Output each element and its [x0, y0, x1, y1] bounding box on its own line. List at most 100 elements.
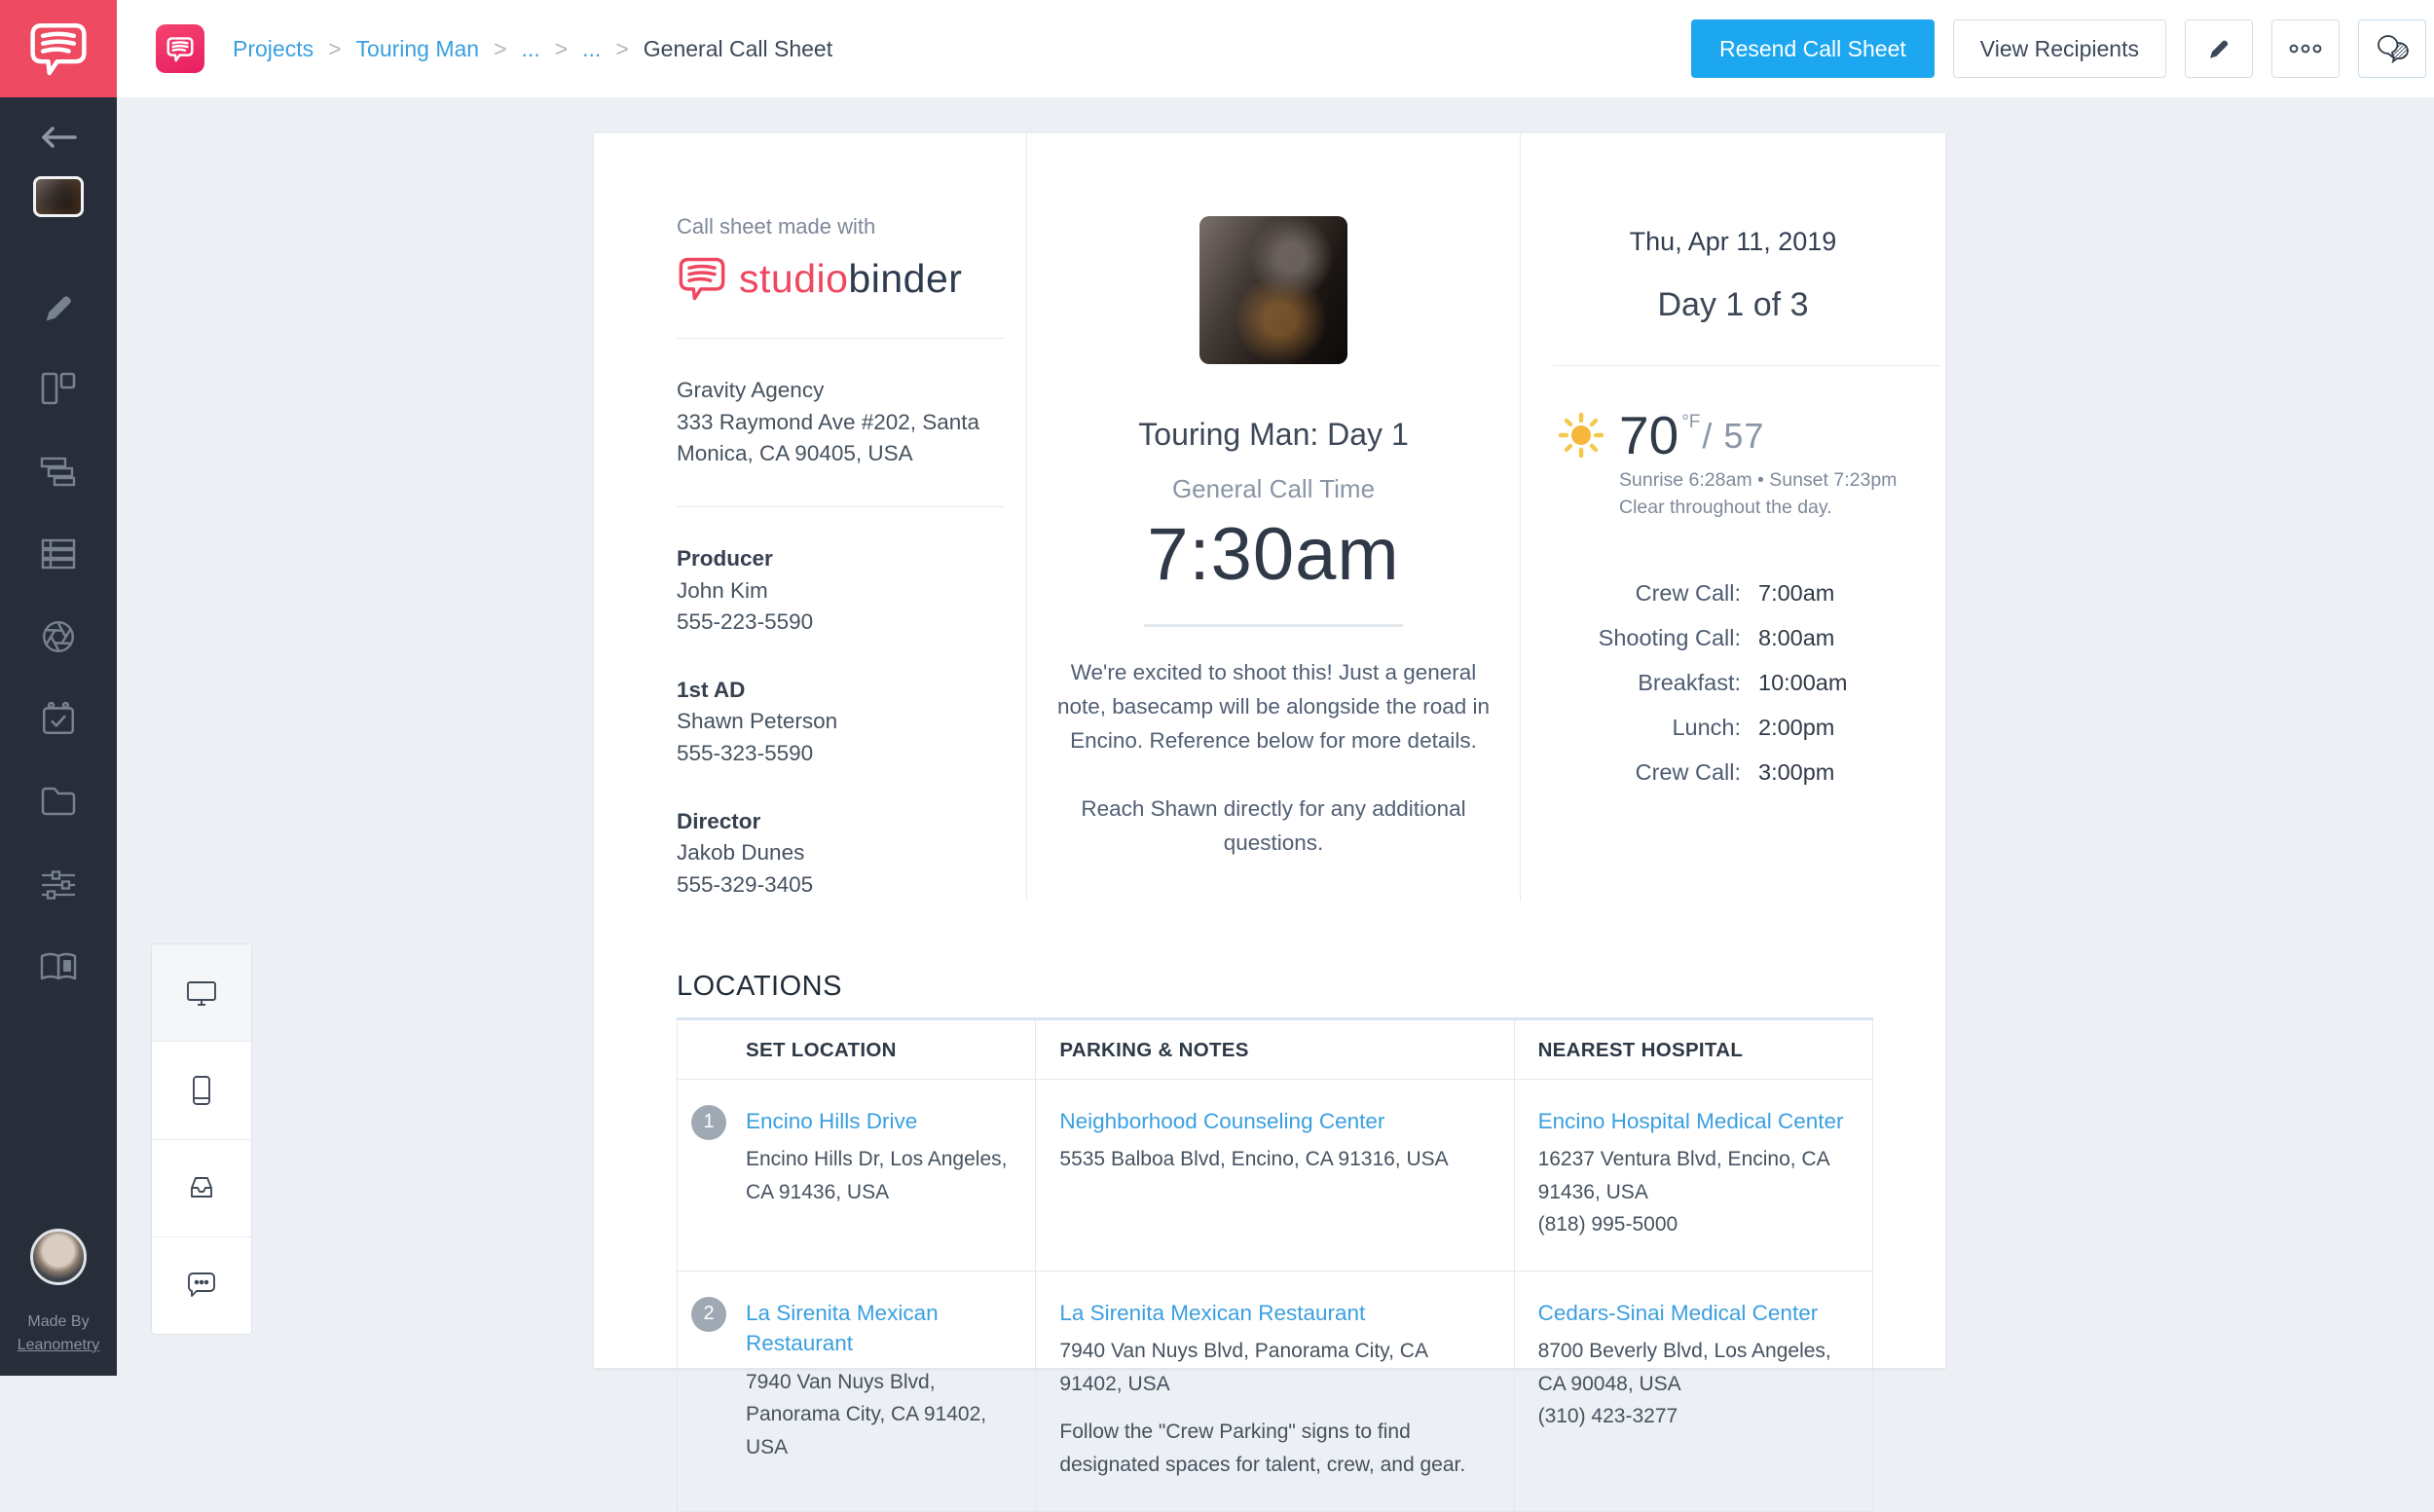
location-number-badge: 2	[691, 1296, 726, 1332]
general-call-time-label: General Call Time	[1171, 474, 1376, 503]
contact-name: Shawn Peterson	[677, 709, 838, 734]
contact-name: John Kim	[677, 577, 768, 603]
parking-cell: Neighborhood Counseling Center 5535 Balb…	[1035, 1079, 1515, 1272]
more-options-icon	[2289, 44, 2322, 54]
breadcrumb-ellipsis-1[interactable]: ...	[522, 36, 540, 62]
schedule-label: Crew Call:	[1635, 579, 1741, 606]
hospital-link[interactable]: Cedars-Sinai Medical Center	[1538, 1298, 1819, 1329]
call-sheet-notes: We're excited to shoot this! Just a gene…	[1051, 656, 1496, 860]
call-sheet-company-column: Call sheet made with studiobinder Gravit…	[594, 133, 1027, 902]
set-location-cell: 1 Encino Hills Drive Encino Hills Dr, Lo…	[677, 1079, 1036, 1272]
set-location-address: 7940 Van Nuys Blvd, Panorama City, CA 91…	[746, 1370, 987, 1458]
hospital-cell: Encino Hospital Medical Center 16237 Ven…	[1513, 1079, 1873, 1272]
contact-phone: 555-323-5590	[677, 741, 814, 765]
sunrise-sunset: Sunrise 6:28am • Sunset 7:23pm	[1619, 469, 1898, 491]
resend-call-sheet-button[interactable]: Resend Call Sheet	[1690, 19, 1935, 78]
schedule-label: Crew Call:	[1635, 758, 1741, 785]
user-avatar[interactable]	[0, 1229, 117, 1285]
hospital-address: 8700 Beverly Blvd, Los Angeles, CA 90048…	[1537, 1340, 1831, 1395]
call-sheet-title: Touring Man: Day 1	[1138, 417, 1409, 452]
schedule-label: Breakfast:	[1638, 669, 1741, 695]
made-with-label: Call sheet made with	[677, 214, 876, 239]
divider	[677, 505, 1005, 507]
hospital-link[interactable]: Encino Hospital Medical Center	[1538, 1106, 1844, 1137]
more-options-button[interactable]	[2271, 19, 2340, 78]
contact-role: Director	[677, 808, 761, 833]
locations-section: LOCATIONS SET LOCATION PARKING & NOTES N…	[594, 902, 1945, 1512]
temp-low: / 57	[1702, 416, 1765, 456]
sliders-icon[interactable]	[0, 867, 117, 903]
pencil-icon[interactable]	[0, 290, 117, 325]
parking-link[interactable]: La Sirenita Mexican Restaurant	[1059, 1298, 1365, 1329]
call-sheet-main-column: Touring Man: Day 1 General Call Time 7:3…	[1027, 133, 1521, 902]
location-row: 1 Encino Hills Drive Encino Hills Dr, Lo…	[677, 1079, 1873, 1272]
breadcrumb-touring-man[interactable]: Touring Man	[356, 36, 480, 62]
comments-button[interactable]	[2358, 19, 2426, 78]
book-info-icon[interactable]	[0, 949, 117, 984]
app-icon[interactable]	[156, 24, 204, 73]
list-rows-icon[interactable]	[0, 536, 117, 572]
shutter-icon[interactable]	[0, 618, 117, 655]
general-call-time-value: 7:30am	[1147, 513, 1400, 596]
breadcrumb-projects[interactable]: Projects	[233, 36, 313, 62]
schedule-time: 10:00am	[1758, 669, 1848, 695]
contact-role: Producer	[677, 545, 773, 571]
back-arrow-icon[interactable]	[0, 123, 117, 152]
made-by-credit: Made By Leanometry	[0, 1310, 117, 1357]
chevron-right-icon: >	[494, 35, 507, 61]
chevron-right-icon: >	[615, 35, 629, 61]
project-thumbnail[interactable]	[0, 176, 117, 217]
parking-address: 5535 Balboa Blvd, Encino, CA 91316, USA	[1059, 1148, 1449, 1170]
made-by-label: Made By	[27, 1313, 90, 1330]
contact-director: Director Jakob Dunes 555-329-3405	[677, 806, 1005, 902]
set-location-link[interactable]: Encino Hills Drive	[746, 1106, 917, 1137]
call-sheet-card: Call sheet made with studiobinder Gravit…	[594, 133, 1945, 1512]
calendar-check-icon[interactable]	[0, 700, 117, 737]
location-row: 2 La Sirenita Mexican Restaurant 7940 Va…	[678, 1271, 1873, 1512]
sidebar: Made By Leanometry	[0, 0, 117, 1376]
column-parking-notes: PARKING & NOTES	[1035, 1018, 1515, 1080]
comments-icon	[2378, 35, 2409, 63]
schedule-label: Lunch:	[1672, 714, 1741, 740]
stripboard-icon[interactable]	[0, 455, 117, 488]
preview-desktop-button[interactable]	[152, 944, 251, 1043]
leanometry-link[interactable]: Leanometry	[18, 1334, 100, 1357]
temp-unit: °F	[1681, 412, 1701, 432]
temp-high: 70	[1619, 405, 1679, 465]
view-recipients-button[interactable]: View Recipients	[1952, 19, 2166, 78]
parking-note: Follow the "Crew Parking" signs to find …	[1059, 1420, 1466, 1477]
edit-pencil-button[interactable]	[2185, 19, 2253, 78]
contact-phone: 555-223-5590	[677, 609, 814, 635]
preview-sms-button[interactable]	[152, 1237, 251, 1334]
set-location-link[interactable]: La Sirenita Mexican Restaurant	[746, 1298, 1012, 1359]
breadcrumb-current: General Call Sheet	[643, 35, 833, 61]
breadcrumb-ellipsis-2[interactable]: ...	[582, 36, 601, 62]
folder-icon[interactable]	[0, 784, 117, 817]
notes-paragraph: We're excited to shoot this! Just a gene…	[1056, 660, 1491, 753]
speech-bubble-icon	[679, 257, 725, 301]
breadcrumb: Projects > Touring Man > ... > ... > Gen…	[156, 0, 832, 97]
preview-mobile-button[interactable]	[152, 1042, 251, 1140]
contact-first-ad: 1st AD Shawn Peterson 555-323-5590	[677, 675, 1005, 770]
schedule-time: 3:00pm	[1758, 758, 1835, 785]
company-name: Gravity Agency	[677, 378, 825, 402]
parking-link[interactable]: Neighborhood Counseling Center	[1059, 1106, 1384, 1137]
day-count: Day 1 of 3	[1657, 286, 1809, 323]
column-set-location: SET LOCATION	[677, 1018, 1036, 1080]
schedule-label: Shooting Call:	[1598, 624, 1741, 650]
divider	[1553, 365, 1941, 366]
schedule-times: Crew Call: 7:00am Shooting Call: 8:00am …	[1553, 580, 1906, 786]
parking-address: 7940 Van Nuys Blvd, Panorama City, CA 91…	[1059, 1340, 1427, 1395]
avatar-image	[30, 1229, 87, 1285]
hospital-address: 16237 Ventura Blvd, Encino, CA 91436, US…	[1537, 1148, 1829, 1203]
studiobinder-logo: studiobinder	[677, 255, 1005, 302]
company-address: 333 Raymond Ave #202, Santa Monica, CA 9…	[677, 409, 980, 466]
studiobinder-logo-tile[interactable]	[0, 0, 117, 97]
location-number-badge: 1	[691, 1104, 726, 1140]
set-location-address: Encino Hills Dr, Los Angeles, CA 91436, …	[746, 1148, 1008, 1203]
schedule-time: 8:00am	[1758, 624, 1835, 650]
preview-email-button[interactable]	[152, 1140, 251, 1237]
board-icon[interactable]	[0, 371, 117, 406]
studiobinder-wordmark: studiobinder	[739, 255, 963, 301]
project-cover-photo	[1199, 216, 1347, 364]
